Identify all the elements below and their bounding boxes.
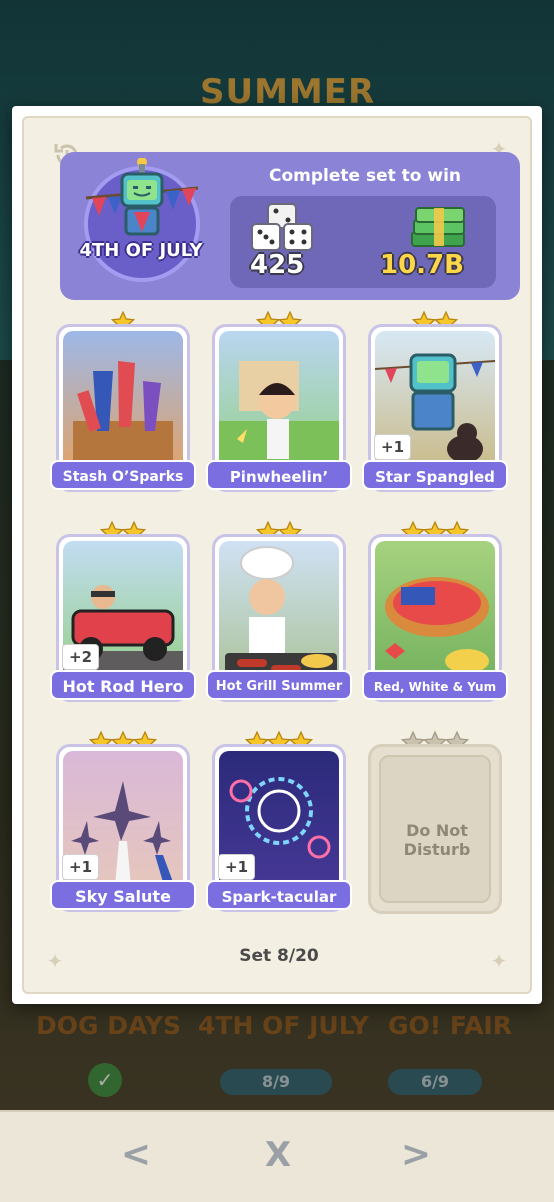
sticker-hot-grill-summer[interactable]: Hot Grill Summer [206, 520, 352, 710]
background-progress-1: 8/9 [220, 1069, 332, 1095]
sticker-label: Spark-tacular [206, 880, 352, 910]
duplicate-count: +1 [62, 854, 100, 880]
sticker-label: Red, White & Yum [362, 670, 508, 700]
duplicate-count: +1 [374, 434, 412, 460]
close-button[interactable]: X [248, 1130, 308, 1180]
sticker-hot-rod-hero[interactable]: +2 Hot Rod Hero [50, 520, 196, 710]
sticker-set-panel: ✦ ✦ ✦ 4TH OF JULY Complete set to win 42… [12, 106, 542, 1004]
sticker-label: Pinwheelin’ [206, 460, 352, 490]
locked-sticker-name: Do Not Disturb [403, 821, 471, 859]
background-set-dog-days: DOG DAYS [36, 1011, 182, 1040]
set-badge: 4TH OF JULY [66, 144, 216, 304]
reward-title: Complete set to win [268, 166, 462, 186]
sticker-do-not-disturb-locked[interactable]: Do Not Disturb [368, 730, 502, 920]
sticker-label: Hot Grill Summer [206, 670, 352, 700]
background-set-4th-of-july: 4TH OF JULY [198, 1011, 369, 1040]
dice-icon [251, 203, 313, 251]
dice-reward-value: 425 [250, 250, 305, 280]
sticker-label: Sky Salute [50, 880, 196, 910]
checkmark-icon: ✓ [88, 1063, 122, 1097]
panel-inner: ✦ ✦ ✦ 4TH OF JULY Complete set to win 42… [22, 116, 532, 994]
background-progress-2: 6/9 [388, 1069, 482, 1095]
set-counter: Set 8/20 [239, 946, 319, 966]
sticker-label: Star Spangled [362, 460, 508, 490]
sticker-red-white-yum[interactable]: Red, White & Yum [362, 520, 508, 710]
cash-stack-icon [411, 207, 465, 247]
set-name: 4TH OF JULY [79, 240, 203, 261]
locked-sticker-inner: Do Not Disturb [379, 755, 491, 903]
sticker-star-spangled[interactable]: +1 Star Spangled [362, 310, 508, 500]
sticker-label: Stash O’Sparks [50, 460, 196, 490]
bottom-nav-bar: < X > [0, 1110, 554, 1202]
duplicate-count: +2 [62, 644, 100, 670]
sticker-spark-tacular[interactable]: +1 Spark-tacular [206, 730, 352, 920]
set-header: 4TH OF JULY Complete set to win 425 10.7… [60, 152, 520, 300]
sticker-sky-salute[interactable]: +1 Sky Salute [50, 730, 196, 920]
cash-reward-value: 10.7B [380, 250, 464, 280]
reward-box: 425 10.7B [230, 196, 496, 288]
duplicate-count: +1 [218, 854, 256, 880]
sticker-pinwheelin[interactable]: Pinwheelin’ [206, 310, 352, 500]
sticker-stash-o-sparks[interactable]: Stash O’Sparks [50, 310, 196, 500]
next-set-button[interactable]: > [386, 1130, 446, 1180]
sticker-label: Hot Rod Hero [50, 670, 196, 700]
previous-set-button[interactable]: < [106, 1130, 166, 1180]
background-set-row: DOG DAYS 4TH OF JULY GO! FAIR ✓ 8/9 6/9 [0, 1005, 554, 1115]
locked-sticker-card: Do Not Disturb [368, 744, 502, 914]
background-set-go-fair: GO! FAIR [388, 1011, 512, 1040]
